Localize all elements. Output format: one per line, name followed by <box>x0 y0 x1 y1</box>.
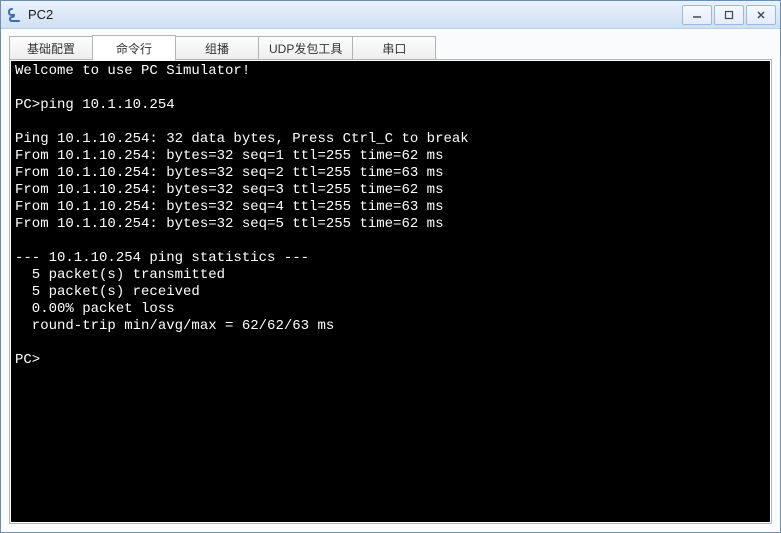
minimize-button[interactable] <box>682 5 712 25</box>
maximize-button[interactable] <box>714 5 744 25</box>
terminal-container: Welcome to use PC Simulator! PC>ping 10.… <box>9 59 772 524</box>
close-button[interactable] <box>746 5 776 25</box>
tab-multicast[interactable]: 组播 <box>175 36 259 60</box>
app-window: PC2 基础配置 命令行 组播 UDP发包工具 串口 Welcome to us… <box>0 0 781 533</box>
terminal[interactable]: Welcome to use PC Simulator! PC>ping 10.… <box>11 61 770 522</box>
app-icon <box>7 7 23 23</box>
content-area: 基础配置 命令行 组播 UDP发包工具 串口 Welcome to use PC… <box>1 29 780 532</box>
window-title: PC2 <box>28 7 680 22</box>
tab-basic-config[interactable]: 基础配置 <box>9 36 93 60</box>
tabstrip: 基础配置 命令行 组播 UDP发包工具 串口 <box>9 34 772 60</box>
tab-serial[interactable]: 串口 <box>352 36 436 60</box>
titlebar[interactable]: PC2 <box>1 1 780 29</box>
tab-command-line[interactable]: 命令行 <box>92 35 176 61</box>
tab-udp-tool[interactable]: UDP发包工具 <box>258 36 353 60</box>
window-controls <box>680 5 776 25</box>
